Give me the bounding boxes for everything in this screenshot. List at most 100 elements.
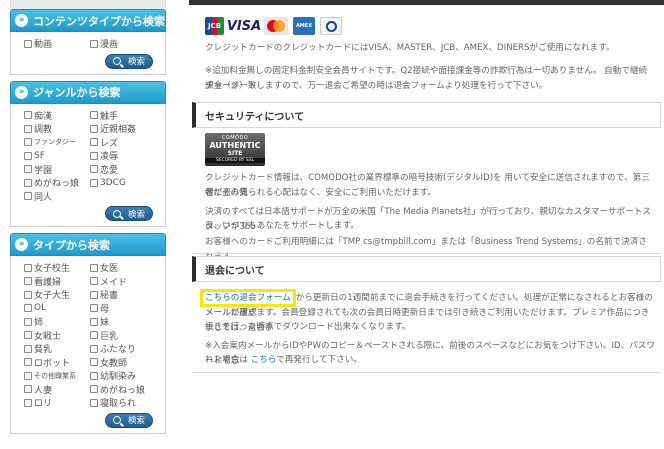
checkbox-label: 女子大生 — [34, 291, 71, 302]
checkbox-box[interactable] — [24, 304, 32, 313]
checkbox-box[interactable] — [90, 344, 98, 353]
checkbox-type-9[interactable]: 妹 — [90, 316, 156, 328]
checkbox-box[interactable] — [90, 178, 98, 187]
checkbox-type-2[interactable]: 看護婦 — [24, 276, 90, 288]
cancel-p1-line3: 続きを行った時点でダウンロード出来なくなります。 — [205, 322, 411, 332]
checkbox-genre-8[interactable]: 学園 — [24, 164, 90, 176]
checkbox-type-8[interactable]: 姉 — [24, 316, 90, 328]
checkbox-label: 妹 — [100, 318, 110, 329]
checkbox-box[interactable] — [90, 398, 98, 407]
checkbox-label: 幼馴染み — [100, 372, 137, 383]
checkbox-box[interactable] — [90, 138, 98, 147]
checkbox-type-3[interactable]: メイド — [90, 276, 156, 288]
checkbox-box[interactable] — [90, 385, 98, 394]
checkbox-type-19[interactable]: めがねっ娘 — [90, 384, 156, 396]
checkbox-genre-4[interactable]: ファンタジー — [24, 137, 90, 149]
search-icon — [113, 416, 122, 424]
checkbox-box[interactable] — [90, 371, 98, 380]
checkbox-box[interactable] — [90, 165, 98, 174]
checkbox-genre-2[interactable]: 調教 — [24, 123, 90, 135]
checkbox-box[interactable] — [24, 138, 32, 147]
checkbox-box[interactable] — [24, 111, 32, 120]
checkbox-box[interactable] — [24, 277, 32, 286]
checkbox-type-17[interactable]: 幼馴染み — [90, 370, 156, 382]
checkbox-label: 凌辱 — [100, 152, 119, 163]
checkbox-label: ふたなり — [100, 345, 137, 356]
checkbox-type-21[interactable]: 寝取られ — [90, 397, 156, 409]
checkbox-genre-12[interactable]: 同人 — [24, 191, 90, 203]
checkbox-genre-9[interactable]: 恋愛 — [90, 164, 156, 176]
checkbox-type-20[interactable]: ロリ — [24, 397, 90, 409]
checkbox-type-18[interactable]: 人妻 — [24, 384, 90, 396]
checkbox-type-12[interactable]: 貧乳 — [24, 343, 90, 355]
checkbox-type-4[interactable]: 女子大生 — [24, 289, 90, 301]
checkbox-label: 3DCG — [100, 177, 126, 188]
checkbox-box[interactable] — [24, 178, 32, 187]
checkbox-box[interactable] — [90, 111, 98, 120]
billing-note-line2: チャージ）致しますので、万一退会ご希望の時は退会フォームより処理を行って下さい。 — [205, 81, 548, 91]
bottom-divider — [192, 372, 661, 373]
checkbox-box[interactable] — [24, 385, 32, 394]
checkbox-box[interactable] — [90, 317, 98, 326]
checkbox-box[interactable] — [24, 317, 32, 326]
checkbox-box[interactable] — [90, 263, 98, 272]
checkbox-box[interactable] — [24, 331, 32, 340]
checkbox-box[interactable] — [90, 304, 98, 313]
checkbox-type-5[interactable]: 秘書 — [90, 289, 156, 301]
checkbox-type-10[interactable]: 女戦士 — [24, 330, 90, 342]
amex-logo: AMEX — [293, 17, 315, 35]
content-type-search-button[interactable]: 検索 — [105, 53, 153, 69]
checkbox-type-1[interactable]: 女医 — [90, 262, 156, 274]
genre-search-button[interactable]: 検索 — [105, 206, 153, 221]
checkbox-genre-5[interactable]: レズ — [90, 137, 156, 149]
checkbox-box[interactable] — [90, 331, 98, 340]
checkbox-box[interactable] — [24, 151, 32, 160]
checkbox-box[interactable] — [24, 398, 32, 407]
checkbox-genre-10[interactable]: めがねっ娘 — [24, 177, 90, 189]
checkbox-box[interactable] — [90, 39, 98, 48]
checkbox-type-0[interactable]: 女子校生 — [24, 262, 90, 274]
double-chevron-right-icon: » — [15, 238, 28, 251]
checkbox-box[interactable] — [90, 124, 98, 133]
checkbox-type-16[interactable]: その他職業系 — [24, 370, 90, 382]
checkbox-box[interactable] — [24, 371, 32, 380]
checkbox-type-14[interactable]: ロボット — [24, 357, 90, 369]
checkbox-box[interactable] — [24, 263, 32, 272]
checkbox-box[interactable] — [90, 358, 98, 367]
content-type-checkboxes: 動画 漫画 — [11, 32, 165, 50]
checkbox-type-7[interactable]: 母 — [90, 303, 156, 315]
checkbox-box[interactable] — [24, 358, 32, 367]
checkbox-box[interactable] — [90, 290, 98, 299]
checkbox-label: メイド — [100, 277, 128, 288]
checkbox-content_type-0[interactable]: 動画 — [24, 38, 90, 50]
checkbox-box[interactable] — [24, 39, 32, 48]
checkbox-box[interactable] — [24, 192, 32, 201]
checkbox-type-15[interactable]: 女教師 — [90, 357, 156, 369]
checkbox-box[interactable] — [24, 124, 32, 133]
checkbox-box[interactable] — [24, 344, 32, 353]
checkbox-label: めがねっ娘 — [100, 385, 146, 396]
checkbox-label: 漫画 — [100, 40, 119, 51]
content-type-panel: » コンテンツタイプから検索 動画 漫画 検索 — [10, 9, 166, 75]
checkbox-genre-6[interactable]: SF — [24, 150, 90, 162]
checkbox-label: 調教 — [34, 125, 53, 136]
type-search-button[interactable]: 検索 — [105, 412, 153, 428]
checkbox-genre-0[interactable]: 痴漢 — [24, 110, 90, 122]
checkbox-box[interactable] — [24, 165, 32, 174]
main-content: JCB VISA AMEX クレジットカードのクレジットカードにはVISA、MA… — [189, 0, 664, 449]
checkbox-type-6[interactable]: OL — [24, 303, 90, 315]
checkbox-genre-1[interactable]: 触手 — [90, 110, 156, 122]
cancel-form-link[interactable]: こちらの退会フォーム — [205, 293, 291, 303]
checkbox-type-11[interactable]: 巨乳 — [90, 330, 156, 342]
checkbox-genre-11[interactable]: 3DCG — [90, 177, 156, 189]
checkbox-genre-7[interactable]: 凌辱 — [90, 150, 156, 162]
checkbox-box[interactable] — [90, 151, 98, 160]
checkbox-content_type-1[interactable]: 漫画 — [90, 38, 156, 50]
comodo-ssl-seal: COMODO AUTHENTIC SITE SECURED BY SSL — [205, 133, 265, 166]
checkbox-box[interactable] — [24, 290, 32, 299]
reissue-link[interactable]: こちら — [251, 355, 277, 365]
checkbox-box[interactable] — [90, 277, 98, 286]
checkbox-genre-3[interactable]: 近親相姦 — [90, 123, 156, 135]
checkbox-label: ロリ — [34, 399, 53, 410]
checkbox-type-13[interactable]: ふたなり — [90, 343, 156, 355]
